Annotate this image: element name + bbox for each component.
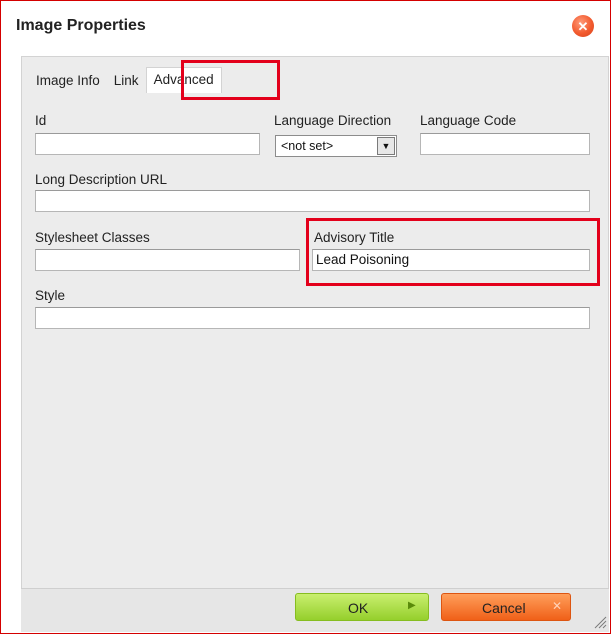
style-input[interactable] [35, 307, 590, 329]
long-description-url-input[interactable] [35, 190, 590, 212]
long-description-url-label: Long Description URL [35, 172, 168, 187]
close-icon: ✕ [577, 18, 589, 34]
ok-button-label: OK [348, 600, 369, 616]
dialog-title: Image Properties [16, 17, 146, 34]
dropdown-arrow-icon[interactable]: ▼ [377, 137, 395, 155]
language-code-input[interactable] [420, 133, 590, 155]
tab-link[interactable]: Link [107, 69, 146, 93]
ok-button[interactable]: OK ▶ [295, 593, 429, 621]
stylesheet-classes-input[interactable] [35, 249, 300, 271]
language-direction-value: <not set> [281, 139, 334, 153]
style-label: Style [35, 288, 66, 303]
cancel-button-label: Cancel [482, 600, 526, 616]
stylesheet-classes-label: Stylesheet Classes [35, 230, 150, 245]
cancel-button[interactable]: Cancel ✕ [441, 593, 571, 621]
close-button[interactable]: ✕ [572, 15, 594, 37]
image-properties-dialog: Image Properties ✕ Image Info Link Advan… [0, 0, 611, 634]
close-icon: ✕ [552, 599, 563, 613]
tab-advanced[interactable]: Advanced [145, 67, 222, 93]
language-code-label: Language Code [420, 113, 517, 128]
language-direction-label: Language Direction [274, 113, 392, 128]
advisory-title-label: Advisory Title [314, 230, 395, 245]
dialog-titlebar[interactable]: Image Properties ✕ [2, 2, 609, 47]
advanced-panel [28, 93, 602, 589]
advisory-title-input[interactable]: Lead Poisoning [312, 249, 590, 271]
chevron-right-icon: ▶ [408, 600, 416, 611]
id-input[interactable] [35, 133, 260, 155]
resize-grip-icon[interactable] [591, 613, 607, 629]
tab-image-info[interactable]: Image Info [29, 69, 107, 93]
id-label: Id [35, 113, 47, 128]
tab-bar: Image Info Link Advanced [29, 67, 222, 93]
language-direction-select[interactable]: <not set> ▼ [275, 135, 397, 157]
